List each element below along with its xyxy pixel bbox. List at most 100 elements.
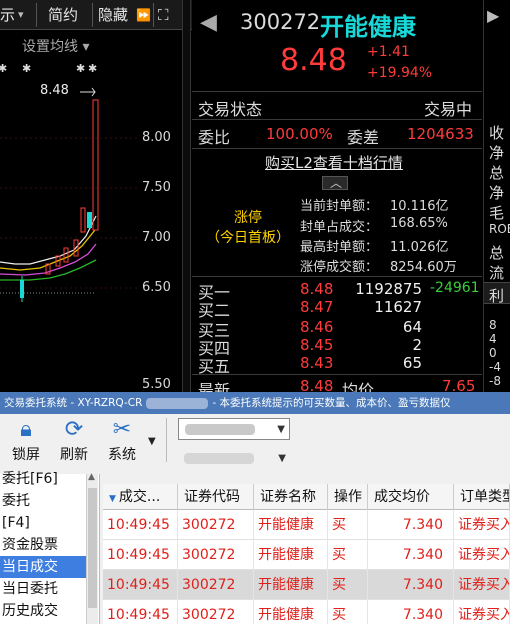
chevron-down-icon[interactable]: ▼: [148, 436, 156, 447]
info-label: 收: [489, 124, 505, 142]
system-button[interactable]: ✂ 系统: [100, 416, 144, 466]
price-change: +1.41: [367, 44, 410, 60]
table-cell: 300272: [178, 600, 254, 624]
redacted-account: [146, 397, 209, 409]
double-chevron-right-icon[interactable]: ⏩: [136, 4, 151, 26]
column-header-label: 成交均价: [374, 489, 430, 505]
table-cell: 买: [328, 600, 368, 624]
nav-item[interactable]: 当日成交: [0, 556, 86, 578]
trade-window-title[interactable]: 交易委托系统 - XY-RZRQ-CR - 本委托系统提示的可买数量、成本价、盈亏…: [0, 392, 510, 414]
seal-amount-label: 当前封单额：: [300, 199, 379, 214]
sort-icon[interactable]: ▼: [109, 494, 116, 504]
table-cell: 300272: [178, 510, 254, 540]
table-cell: 10:49:45: [103, 540, 178, 570]
nav-item[interactable]: [F4]: [0, 512, 86, 534]
bid-price: 8.46: [300, 318, 334, 336]
info-label: 流: [489, 264, 505, 282]
column-header[interactable]: 成交均价: [368, 484, 454, 510]
nav-item[interactable]: 委托: [0, 490, 86, 512]
bid-price: 8.47: [300, 298, 334, 316]
table-cell: 10:49:45: [103, 510, 178, 540]
column-header[interactable]: 证券名称: [254, 484, 328, 510]
column-header[interactable]: 订单类型: [454, 484, 510, 510]
chart-tick: 8: [489, 318, 497, 332]
weicha-label: 委差: [347, 128, 380, 147]
toolbar-item-hide[interactable]: 隐藏: [98, 4, 128, 26]
divider: [192, 374, 482, 375]
max-seal-value: 11.026亿: [390, 240, 449, 255]
limit-up-title: 涨停: [234, 210, 262, 226]
scroll-thumb[interactable]: [88, 488, 97, 608]
kline-chart[interactable]: 设置均线 ▾ ✱ ✱ ✱ ✱ 8.48 8.00 7.50 7.00 6.50 …: [0, 30, 180, 392]
column-header[interactable]: 证券代码: [178, 484, 254, 510]
table-cell: 开能健康: [254, 510, 328, 540]
lock-screen-button[interactable]: 🔒︎ 锁屏: [4, 416, 48, 466]
table-cell: 开能健康: [254, 600, 328, 624]
nav-item[interactable]: 资金股票: [0, 534, 86, 556]
trades-table: ▼成交...证券代码证券名称操作成交均价订单类型 10:49:45300272开…: [103, 484, 510, 624]
table-cell: 买: [328, 570, 368, 600]
table-row[interactable]: 10:49:45 300272 开能健康买 7.340 证券买入: [103, 600, 510, 624]
bid-volume: 64: [402, 318, 422, 336]
scroll-up-icon[interactable]: ▲: [88, 472, 95, 482]
info-label: 总: [489, 244, 505, 262]
limit-turnover-value: 8254.60万: [390, 260, 457, 275]
table-cell: 7.340: [368, 570, 454, 600]
chevron-down-icon[interactable]: ▾: [18, 4, 24, 26]
table-row[interactable]: 10:49:45 300272 开能健康买 7.340 证券买入: [103, 540, 510, 570]
previous-stock-icon[interactable]: ◀: [200, 10, 217, 35]
stock-code: 300272: [240, 10, 321, 34]
nav-item[interactable]: 委托[F6]: [0, 468, 86, 490]
table-row[interactable]: 10:49:45 300272 开能健康买 7.340 证券买入: [103, 510, 510, 540]
chart-tick: -8: [489, 374, 501, 388]
table-cell: 10:49:45: [103, 600, 178, 624]
toolbar-item-display[interactable]: 示: [0, 4, 15, 26]
title-left: 交易委托系统 - XY-RZRQ-CR: [4, 397, 143, 409]
table-cell: 开能健康: [254, 540, 328, 570]
tools-icon: ✂: [112, 417, 132, 442]
divider: [192, 119, 482, 120]
price-change-pct: +19.94%: [367, 65, 433, 81]
column-header-label: 操作: [334, 489, 362, 505]
chevron-down-icon: ▼: [278, 453, 286, 464]
nav-scrollbar[interactable]: ▲: [86, 472, 98, 624]
chart-tick: 4: [489, 332, 497, 346]
nav-item[interactable]: 历史成交: [0, 600, 86, 622]
chart-tick: 0: [489, 346, 497, 360]
info-label: 净: [489, 184, 505, 202]
account-select[interactable]: ▼: [178, 418, 290, 440]
toolbar-divider: [166, 418, 167, 462]
title-right: - 本委托系统提示的可买数量、成本价、盈亏数据仅: [212, 397, 451, 409]
kline-plot: [0, 87, 140, 302]
top-toolbar: 示 ▾ 简约 隐藏 ⏩ ⛶: [0, 0, 192, 30]
bid-volume: 2: [412, 336, 422, 354]
toolbar-divider: [36, 3, 37, 27]
toolbar-item-simple[interactable]: 简约: [48, 4, 78, 26]
column-header[interactable]: ▼ 成交...: [103, 484, 178, 510]
collapse-button[interactable]: ︿: [322, 176, 348, 190]
table-cell: 7.340: [368, 600, 454, 624]
profit-tab[interactable]: 利: [484, 282, 510, 305]
divider: [192, 148, 482, 149]
next-stock-icon[interactable]: ▶: [487, 6, 499, 25]
seal-ratio-value: 168.65%: [390, 216, 448, 231]
divider: [192, 91, 482, 92]
weicha-value: 1204633: [407, 125, 474, 143]
bid-volume: 11627: [374, 298, 422, 316]
table-row[interactable]: 10:49:45 300272 开能健康买 7.340 证券买入: [103, 570, 510, 600]
table-header: ▼成交... 证券代码 证券名称 操作成交均价 订单类型: [103, 484, 510, 510]
chart-tick: -4: [489, 360, 501, 374]
account-select-2[interactable]: ▼: [178, 448, 290, 470]
buy-l2-link[interactable]: 购买L2查看十档行情: [265, 152, 403, 173]
refresh-button[interactable]: ⟳ 刷新: [52, 416, 96, 466]
bid-volume: 65: [402, 354, 422, 372]
info-label: 总: [489, 164, 505, 182]
column-header-label: 成交...: [118, 489, 161, 505]
stock-name: 开能健康: [320, 13, 416, 41]
bid-price: 8.43: [300, 354, 334, 372]
panel-splitter[interactable]: [182, 0, 191, 392]
screen: 示 ▾ 简约 隐藏 ⏩ ⛶ 设置均线 ▾ ✱ ✱ ✱ ✱ 8.48 8.00 7…: [0, 0, 510, 624]
expand-icon[interactable]: ⛶: [158, 4, 169, 26]
column-header[interactable]: 操作: [328, 484, 368, 510]
nav-item[interactable]: 当日委托: [0, 578, 86, 600]
